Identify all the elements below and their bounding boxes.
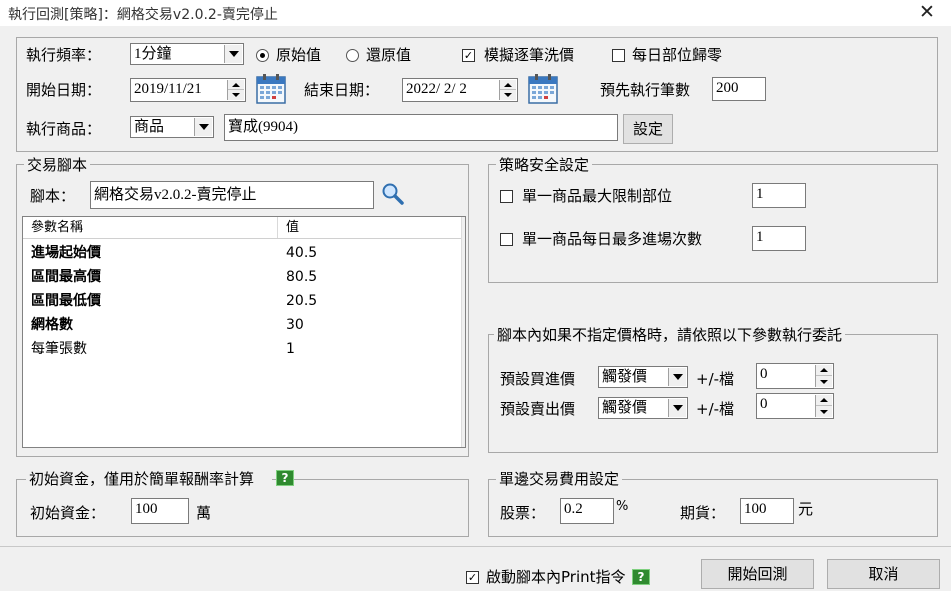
start-date-spinner[interactable] <box>227 80 244 100</box>
script-group-title: 交易腳本 <box>24 156 91 174</box>
table-row[interactable]: 網格數 30 <box>23 313 461 337</box>
stock-fee-label: 股票： <box>500 504 546 522</box>
buy-price-select[interactable]: 觸發價 <box>598 366 688 388</box>
max-position-input[interactable]: 1 <box>752 183 806 208</box>
sell-price-label: 預設賣出價 <box>500 400 576 418</box>
close-icon[interactable]: ✕ <box>912 1 942 25</box>
radio-original[interactable] <box>256 49 269 62</box>
sell-tick-label: +/-檔 <box>696 400 735 418</box>
daily-reset-checkbox[interactable] <box>612 49 625 62</box>
capital-unit: 萬 <box>196 504 212 522</box>
radio-restore-label: 還原值 <box>366 46 412 64</box>
max-entries-label: 單一商品每日最多進場次數 <box>522 230 703 248</box>
title-bar: 執行回測[策略]：網格交易v2.0.2-賣完停止 ✕ <box>0 0 951 26</box>
buy-price-label: 預設買進價 <box>500 370 576 388</box>
print-checkbox[interactable]: ✓ <box>466 571 479 584</box>
buy-tick-label: +/-檔 <box>696 370 735 388</box>
max-entries-input[interactable]: 1 <box>752 226 806 251</box>
product-type-select[interactable]: 商品 <box>130 116 214 138</box>
safety-group-title: 策略安全設定 <box>496 156 593 174</box>
daily-reset-label: 每日部位歸零 <box>632 46 723 64</box>
product-label: 執行商品： <box>26 120 102 138</box>
product-input[interactable]: 寶成(9904) <box>224 114 618 141</box>
window-title: 執行回測[策略]：網格交易v2.0.2-賣完停止 <box>8 7 278 23</box>
max-entries-checkbox[interactable] <box>500 233 513 246</box>
fees-group-title: 單邊交易費用設定 <box>496 470 623 488</box>
freq-select[interactable]: 1分鐘 <box>130 43 244 65</box>
capital-input[interactable]: 100 <box>131 498 189 524</box>
table-header: 參數名稱 值 <box>23 217 461 239</box>
spin-up-icon[interactable] <box>500 80 516 90</box>
chevron-down-icon[interactable] <box>668 368 686 386</box>
chevron-down-icon[interactable] <box>224 45 242 63</box>
spin-up-icon[interactable] <box>816 395 832 406</box>
spin-up-icon[interactable] <box>228 80 244 90</box>
capital-group-title: 初始資金，僅用於簡單報酬率計算 <box>26 470 272 488</box>
futures-fee-input[interactable]: 100 <box>740 498 794 524</box>
price-group-title: 腳本內如果不指定價格時，請依照以下參數執行委託 <box>494 326 846 344</box>
preload-label: 預先執行筆數 <box>600 81 691 99</box>
max-position-checkbox[interactable] <box>500 190 513 203</box>
settings-button[interactable]: 設定 <box>623 114 673 144</box>
end-date-spinner[interactable] <box>499 80 516 100</box>
help-icon[interactable]: ? <box>276 470 294 486</box>
table-row[interactable]: 每筆張數 1 <box>23 337 461 361</box>
sell-price-select[interactable]: 觸發價 <box>598 397 688 419</box>
column-header-value[interactable]: 值 <box>278 217 461 238</box>
futures-fee-label: 期貨： <box>680 504 726 522</box>
search-icon[interactable] <box>381 182 405 206</box>
safety-frame <box>488 164 938 283</box>
max-position-label: 單一商品最大限制部位 <box>522 187 673 205</box>
freq-label: 執行頻率： <box>26 46 102 64</box>
preload-input[interactable]: 200 <box>712 77 766 101</box>
table-row[interactable]: 區間最高價 80.5 <box>23 265 461 289</box>
radio-restore[interactable] <box>346 49 359 62</box>
chevron-down-icon[interactable] <box>194 118 212 136</box>
help-icon[interactable]: ? <box>632 569 650 585</box>
capital-label: 初始資金： <box>30 504 106 522</box>
stock-fee-unit: % <box>616 499 629 514</box>
table-row[interactable]: 區間最低價 20.5 <box>23 289 461 313</box>
cancel-button[interactable]: 取消 <box>827 559 940 589</box>
simulate-label: 模擬逐筆洗價 <box>484 46 575 64</box>
script-input[interactable]: 網格交易v2.0.2-賣完停止 <box>90 181 374 209</box>
radio-original-label: 原始值 <box>276 46 322 64</box>
stock-fee-input[interactable]: 0.2 <box>560 498 614 524</box>
buy-tick-input[interactable]: 0 <box>756 363 834 389</box>
sell-tick-spinner[interactable] <box>815 395 832 417</box>
spin-down-icon[interactable] <box>816 406 832 417</box>
futures-fee-unit: 元 <box>798 500 814 518</box>
start-calendar-icon[interactable] <box>256 74 286 104</box>
end-date-input[interactable]: 2022/ 2/ 2 <box>402 78 518 102</box>
divider <box>0 546 951 547</box>
parameter-table: 參數名稱 值 進場起始價 40.5 區間最高價 80.5 區間最低價 20.5 … <box>22 216 466 448</box>
script-label: 腳本： <box>30 187 76 205</box>
price-frame <box>488 334 938 453</box>
column-header-name[interactable]: 參數名稱 <box>23 217 278 238</box>
spin-down-icon[interactable] <box>816 376 832 387</box>
spin-up-icon[interactable] <box>816 365 832 376</box>
buy-tick-spinner[interactable] <box>815 365 832 387</box>
chevron-down-icon[interactable] <box>668 399 686 417</box>
start-date-label: 開始日期： <box>26 81 102 99</box>
sell-tick-input[interactable]: 0 <box>756 393 834 419</box>
print-label: 啟動腳本內Print指令 <box>486 568 626 586</box>
table-scrollbar[interactable] <box>461 217 465 447</box>
spin-down-icon[interactable] <box>500 90 516 100</box>
start-date-input[interactable]: 2019/11/21 <box>130 78 246 102</box>
end-calendar-icon[interactable] <box>528 74 558 104</box>
spin-down-icon[interactable] <box>228 90 244 100</box>
table-row[interactable]: 進場起始價 40.5 <box>23 241 461 265</box>
end-date-label: 結束日期： <box>304 81 380 99</box>
simulate-checkbox[interactable]: ✓ <box>462 49 475 62</box>
start-backtest-button[interactable]: 開始回測 <box>701 559 814 589</box>
